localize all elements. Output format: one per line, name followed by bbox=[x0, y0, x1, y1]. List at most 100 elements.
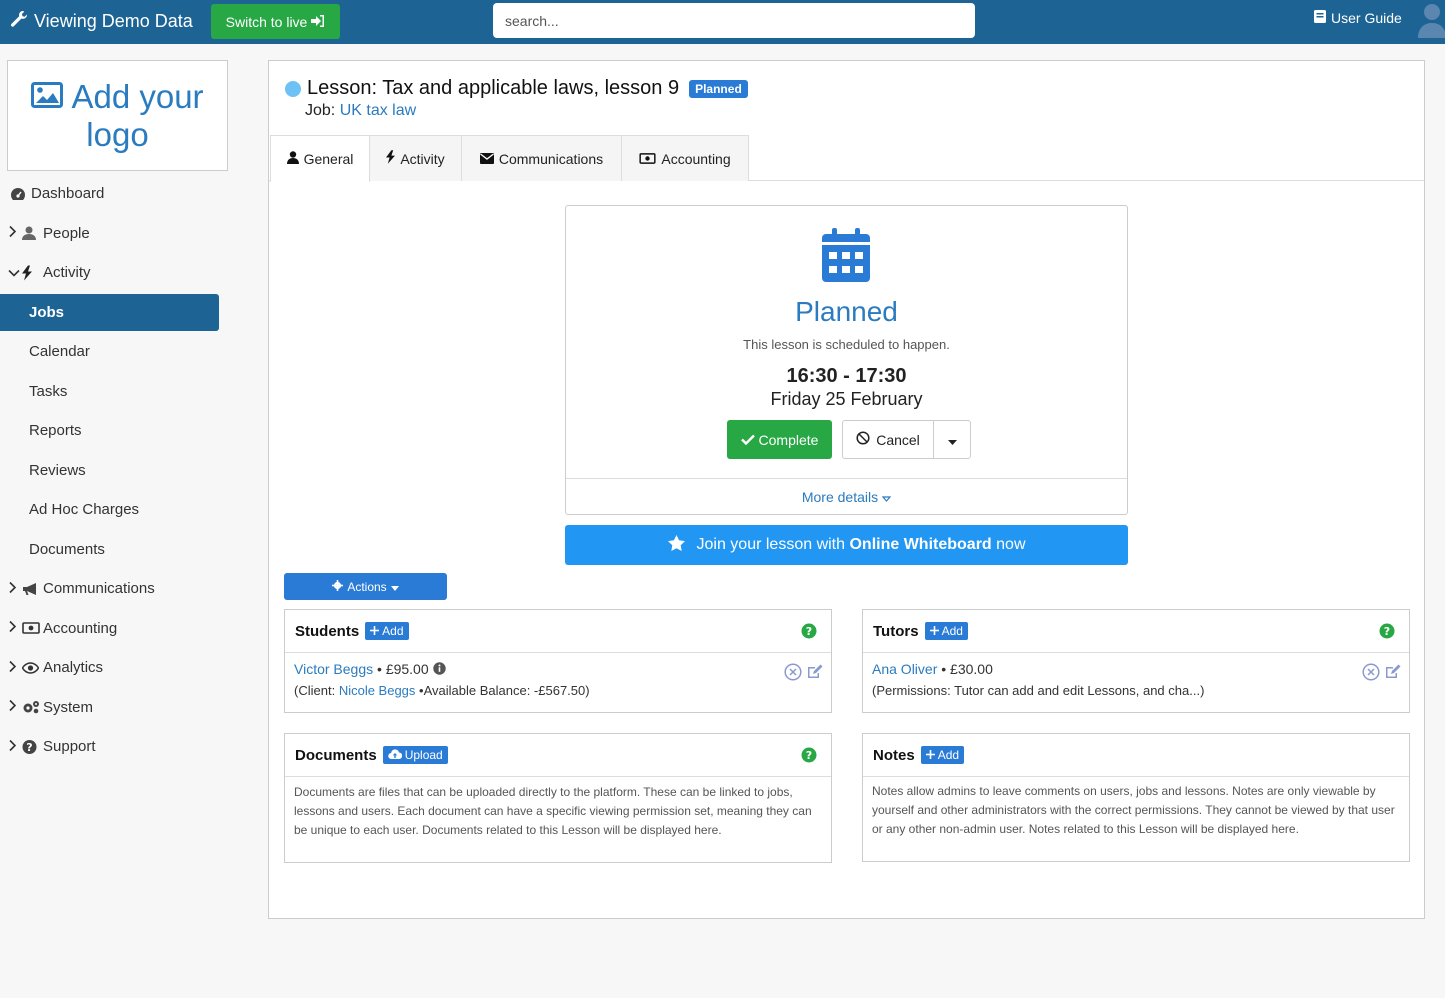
edit-icon[interactable] bbox=[806, 663, 823, 684]
tutor-name-link[interactable]: Ana Oliver bbox=[872, 661, 937, 677]
sidebar-label: People bbox=[43, 224, 90, 242]
client-name-link[interactable]: Nicole Beggs bbox=[339, 683, 416, 698]
bullhorn-icon bbox=[22, 582, 39, 596]
job-label: Job: bbox=[305, 102, 336, 119]
help-icon[interactable]: ? bbox=[801, 747, 817, 766]
user-icon bbox=[22, 226, 36, 241]
chevron-right-icon bbox=[8, 225, 17, 242]
tab-accounting[interactable]: Accounting bbox=[621, 135, 749, 181]
calendar-icon bbox=[822, 228, 870, 285]
tutors-panel: Tutors Add ? Ana Oliver • £30.00 (Permis… bbox=[862, 609, 1410, 713]
sidebar-nav: Dashboard People Activity Jobs Calendar … bbox=[0, 174, 228, 767]
add-tutor-button[interactable]: Add bbox=[924, 622, 968, 640]
sidebar-item-dashboard[interactable]: Dashboard bbox=[0, 174, 228, 214]
documents-header: Documents Upload ? bbox=[285, 734, 831, 777]
sidebar-item-documents[interactable]: Documents bbox=[0, 530, 228, 570]
page-title: Lesson: Tax and applicable laws, lesson … bbox=[307, 77, 680, 99]
tab-label: General bbox=[303, 151, 354, 167]
top-bar: Viewing Demo Data Switch to live User Gu… bbox=[0, 0, 1445, 44]
sidebar-item-reports[interactable]: Reports bbox=[0, 411, 228, 451]
sidebar-item-ad-hoc-charges[interactable]: Ad Hoc Charges bbox=[0, 490, 228, 530]
whiteboard-label-post: now bbox=[996, 536, 1026, 553]
logo-text-line1: Add your bbox=[71, 77, 204, 115]
sidebar-label: Calendar bbox=[29, 343, 90, 361]
sidebar-item-people[interactable]: People bbox=[0, 214, 228, 254]
sidebar-label: Ad Hoc Charges bbox=[29, 501, 140, 519]
actions-dropdown-button[interactable]: Actions bbox=[284, 573, 447, 600]
separator: • bbox=[941, 661, 947, 677]
add-label: Add bbox=[382, 624, 404, 638]
image-icon bbox=[31, 78, 64, 116]
cloud-upload-icon bbox=[387, 748, 402, 762]
sidebar-item-activity[interactable]: Activity bbox=[0, 253, 228, 293]
lesson-date: Friday 25 February bbox=[770, 389, 923, 409]
notes-panel: Notes Add Notes allow admins to leave co… bbox=[862, 733, 1410, 862]
notes-description: Notes allow admins to leave comments on … bbox=[872, 784, 1395, 836]
panel-title: Students bbox=[295, 622, 360, 640]
edit-icon[interactable] bbox=[1384, 663, 1401, 684]
status-dropdown-toggle[interactable] bbox=[934, 421, 970, 458]
job-link[interactable]: UK tax law bbox=[340, 102, 416, 119]
status-description: This lesson is scheduled to happen. bbox=[743, 337, 950, 352]
cancel-button[interactable]: Cancel bbox=[843, 421, 934, 458]
sidebar-label: System bbox=[43, 698, 94, 716]
avatar[interactable] bbox=[1418, 0, 1445, 38]
join-whiteboard-button[interactable]: Join your lesson with Online Whiteboard … bbox=[565, 525, 1128, 565]
remove-circle-icon[interactable] bbox=[1362, 663, 1380, 684]
upload-document-button[interactable]: Upload bbox=[382, 746, 448, 764]
brand-label: Viewing Demo Data bbox=[34, 11, 193, 31]
complete-button[interactable]: Complete bbox=[727, 420, 832, 459]
star-icon bbox=[667, 534, 685, 556]
search-input[interactable] bbox=[493, 3, 975, 38]
cancel-label: Cancel bbox=[876, 431, 920, 448]
user-icon bbox=[286, 151, 299, 167]
help-icon[interactable]: ? bbox=[801, 623, 817, 642]
add-label: Add bbox=[941, 624, 963, 638]
tab-activity[interactable]: Activity bbox=[369, 135, 462, 181]
sidebar-label: Accounting bbox=[43, 619, 118, 637]
student-client-line: (Client: Nicole Beggs •Available Balance… bbox=[294, 683, 822, 698]
dashboard-icon bbox=[10, 187, 26, 201]
sidebar-label: Documents bbox=[29, 540, 105, 558]
add-note-button[interactable]: Add bbox=[920, 746, 965, 764]
available-balance: •Available Balance: -£567.50) bbox=[419, 683, 590, 698]
money-bill-icon bbox=[22, 622, 40, 635]
add-student-button[interactable]: Add bbox=[365, 622, 409, 640]
money-bill-icon bbox=[639, 151, 656, 167]
sidebar-item-communications[interactable]: Communications bbox=[0, 569, 228, 609]
user-guide-link[interactable]: User Guide bbox=[1314, 10, 1402, 26]
chevron-right-icon bbox=[8, 659, 17, 676]
whiteboard-label-pre: Join your lesson with bbox=[696, 536, 846, 553]
envelope-icon bbox=[479, 151, 494, 167]
sidebar-label: Jobs bbox=[29, 303, 65, 321]
notes-header: Notes Add bbox=[863, 734, 1409, 777]
sidebar-item-calendar[interactable]: Calendar bbox=[0, 332, 228, 372]
students-panel: Students Add ? Victor Beggs • £95.00 (Cl… bbox=[284, 609, 832, 713]
remove-circle-icon[interactable] bbox=[784, 663, 802, 684]
more-details-link[interactable]: More details bbox=[566, 478, 1127, 514]
info-icon[interactable] bbox=[432, 661, 446, 677]
ban-icon bbox=[856, 431, 870, 448]
sidebar-item-accounting[interactable]: Accounting bbox=[0, 609, 228, 649]
documents-panel: Documents Upload ? Documents are files t… bbox=[284, 733, 832, 863]
sidebar-item-system[interactable]: System bbox=[0, 688, 228, 728]
switch-to-live-label: Switch to live bbox=[225, 13, 308, 30]
tab-general[interactable]: General bbox=[270, 135, 370, 182]
whiteboard-label: Join your lesson with Online Whiteboard … bbox=[697, 536, 1026, 554]
switch-to-live-button[interactable]: Switch to live bbox=[211, 4, 340, 39]
help-icon[interactable]: ? bbox=[1379, 623, 1395, 642]
sidebar-item-tasks[interactable]: Tasks bbox=[0, 372, 228, 412]
sidebar-item-reviews[interactable]: Reviews bbox=[0, 451, 228, 491]
tab-communications[interactable]: Communications bbox=[461, 135, 622, 181]
brand[interactable]: Viewing Demo Data bbox=[10, 10, 193, 33]
panel-title: Documents bbox=[295, 746, 377, 764]
sidebar-item-support[interactable]: ? Support bbox=[0, 727, 228, 767]
student-name-link[interactable]: Victor Beggs bbox=[294, 661, 373, 677]
cogs-icon bbox=[22, 700, 40, 714]
sidebar-item-jobs[interactable]: Jobs bbox=[0, 293, 219, 331]
sidebar-item-analytics[interactable]: Analytics bbox=[0, 648, 228, 688]
logo-placeholder[interactable]: Add your logo bbox=[7, 60, 228, 171]
tab-label: Activity bbox=[400, 150, 445, 167]
caret-down-outline-icon bbox=[881, 489, 892, 505]
tutors-header: Tutors Add ? bbox=[863, 610, 1409, 653]
